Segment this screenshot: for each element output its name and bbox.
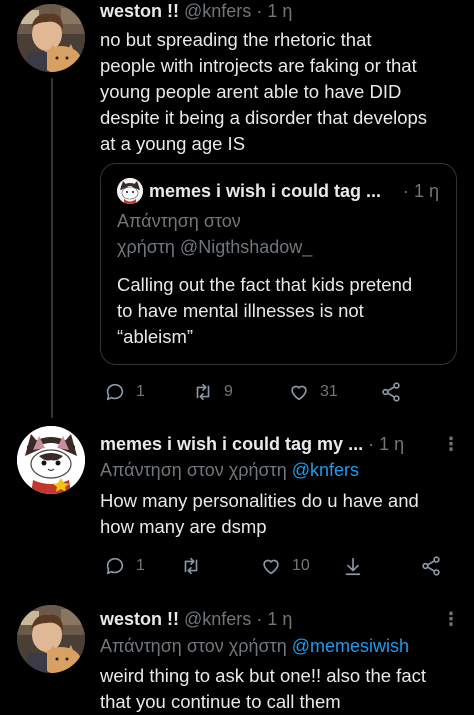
display-name[interactable]: weston !!	[100, 1, 179, 21]
tweet-header: weston !! @knfers · 1 η	[100, 0, 460, 23]
retweet-icon	[196, 383, 210, 401]
more-icon[interactable]: ⋮	[442, 607, 460, 631]
handle[interactable]: @knfers	[184, 1, 251, 21]
display-name[interactable]: memes i wish i could tag my ...	[100, 434, 363, 454]
avatar[interactable]	[17, 605, 85, 673]
timestamp[interactable]: 1 η	[267, 1, 292, 21]
download-button[interactable]	[342, 554, 364, 578]
reply-context: Απάντηση στον χρήστη @knfers	[100, 458, 359, 482]
like-button[interactable]: 31	[288, 380, 338, 404]
quote-timestamp[interactable]: · 1 η	[403, 178, 439, 204]
retweet-icon	[184, 557, 198, 575]
tweet-text: weird thing to ask but one!! also the fa…	[100, 665, 426, 712]
share-icon	[422, 556, 440, 576]
avatar[interactable]	[17, 426, 85, 494]
reply-button[interactable]: 1	[104, 380, 145, 404]
reply-icon	[106, 557, 124, 575]
like-count: 31	[320, 383, 338, 400]
quote-time: 1 η	[414, 181, 440, 201]
retweet-button[interactable]: 9	[192, 380, 233, 404]
reply-count: 1	[136, 383, 145, 400]
quote-text: Calling out the fact that kids pretend t…	[117, 274, 413, 347]
separator-dot: ·	[256, 609, 263, 629]
avatar[interactable]	[17, 4, 85, 72]
reply-icon	[106, 383, 124, 401]
like-icon	[291, 385, 307, 401]
download-icon	[345, 557, 361, 576]
retweet-button[interactable]	[180, 554, 202, 578]
quote-reply-context: Απάντηση στον χρήστη @Nigthshadow_	[117, 211, 313, 257]
share-icon	[382, 382, 400, 402]
more-icon[interactable]: ⋮	[442, 432, 460, 456]
separator-dot: ·	[256, 1, 263, 21]
separator-dot: ·	[403, 181, 409, 201]
tweet-text: How many personalities do u have and how…	[100, 490, 419, 537]
quote-tweet[interactable]: memes i wish i could tag ... · 1 η Απάντ…	[100, 163, 457, 365]
quote-display-name[interactable]: memes i wish i could tag ...	[149, 178, 381, 204]
like-count: 10	[292, 557, 310, 574]
reply-prefix: Απάντηση στον χρήστη	[100, 636, 287, 656]
tweet-header: weston !! @knfers · 1 η ⋮	[100, 607, 460, 631]
share-button[interactable]	[420, 554, 442, 578]
cat-avatar-image	[17, 426, 85, 494]
avatar-image	[17, 605, 85, 673]
avatar-image	[17, 4, 85, 72]
timestamp[interactable]: 1 η	[267, 609, 292, 629]
handle[interactable]: @knfers	[184, 609, 251, 629]
share-button[interactable]	[380, 380, 402, 404]
display-name[interactable]: weston !!	[100, 609, 179, 629]
like-button[interactable]: 10	[260, 554, 310, 578]
separator-dot: ·	[368, 434, 375, 454]
cat-avatar-image	[117, 178, 143, 204]
quote-avatar	[117, 178, 143, 204]
timestamp[interactable]: 1 η	[379, 434, 404, 454]
reply-count: 1	[136, 557, 145, 574]
mention-link[interactable]: @knfers	[292, 460, 359, 480]
reply-button[interactable]: 1	[104, 554, 145, 578]
reply-context: Απάντηση στον χρήστη @memesiwish	[100, 634, 409, 658]
retweet-count: 9	[224, 383, 233, 400]
reply-prefix: Απάντηση στον χρήστη	[100, 460, 287, 480]
thread-line	[51, 78, 53, 418]
like-icon	[263, 559, 279, 575]
tweet-text: no but spreading the rhetoric that peopl…	[100, 29, 428, 154]
mention-link[interactable]: @memesiwish	[292, 636, 409, 656]
tweet-header: memes i wish i could tag my ... · 1 η ⋮	[100, 432, 460, 456]
